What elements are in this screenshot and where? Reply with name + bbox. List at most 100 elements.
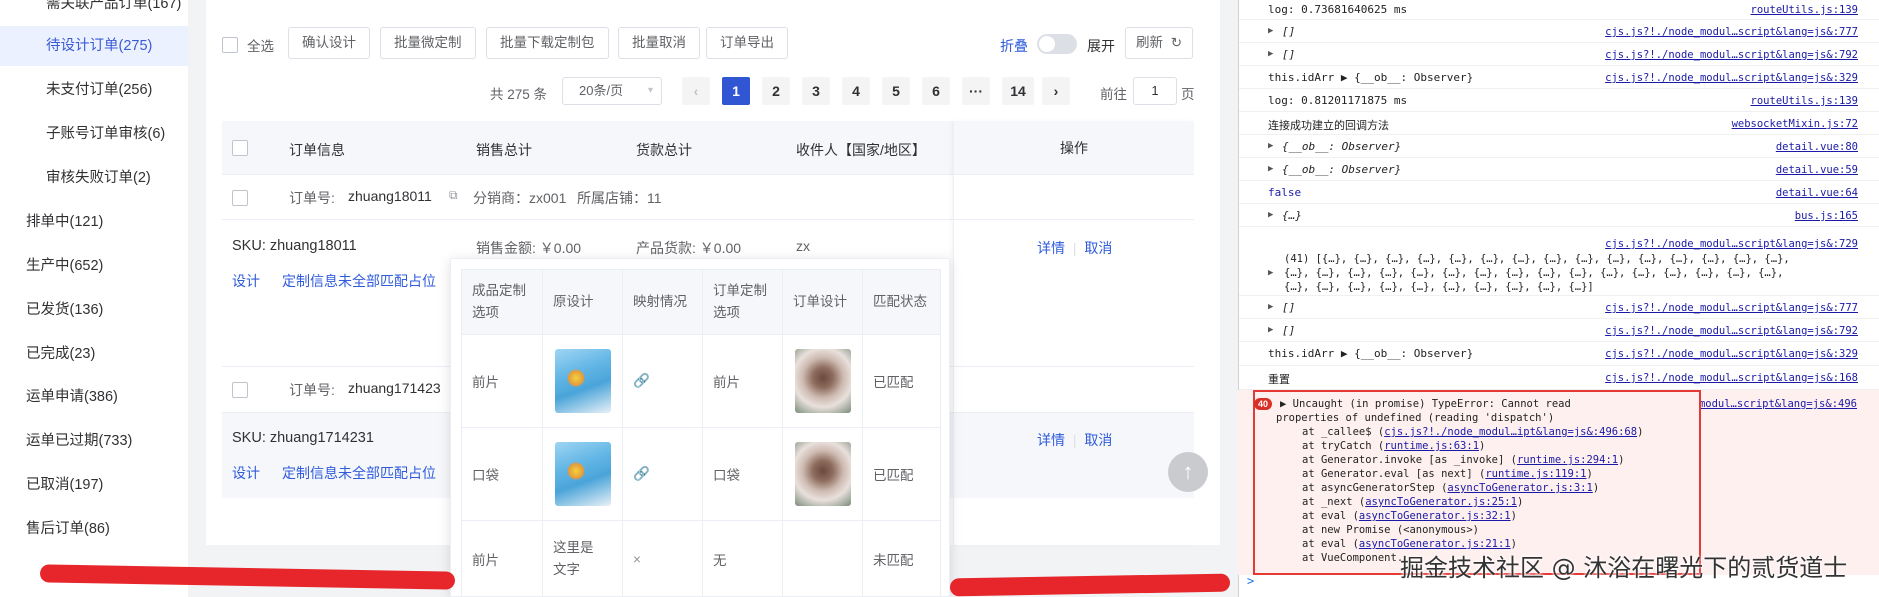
order-design-thumbnail[interactable] xyxy=(795,442,851,506)
sidebar-item-scheduling[interactable]: 排单中(121) xyxy=(0,202,188,242)
console-source-link[interactable]: websocketMixin.js:72 xyxy=(1732,118,1858,130)
sidebar-item-waybill-expired[interactable]: 运单已过期(733) xyxy=(0,421,188,461)
expand-triangle-icon[interactable]: ▶ xyxy=(1268,302,1273,312)
select-all-checkbox[interactable] xyxy=(222,37,238,53)
back-to-top-button[interactable]: ↑ xyxy=(1168,452,1208,492)
sidebar-item-waybill-request[interactable]: 运单申请(386) xyxy=(0,377,188,417)
frame-link[interactable]: cjs.js?!./node_modul…ipt&lang=js&:496:68 xyxy=(1384,426,1637,438)
frame-text: at _callee$ ( xyxy=(1302,426,1385,438)
expand-triangle-icon[interactable]: ▶ xyxy=(1268,164,1273,174)
col-order-info: 订单信息 xyxy=(289,142,345,158)
frame-link[interactable]: runtime.js:294:1 xyxy=(1517,454,1618,466)
console-text: [] xyxy=(1282,324,1296,337)
console-source-link[interactable]: detail.vue:80 xyxy=(1776,141,1858,153)
sidebar-item-cancelled[interactable]: 已取消(197) xyxy=(0,465,188,505)
console-source-link[interactable]: cjs.js?!./node_modul…script&lang=js&:777 xyxy=(1605,302,1858,314)
batch-cancel-button[interactable]: 批量取消 xyxy=(618,27,700,59)
batch-fine-custom-button[interactable]: 批量微定制 xyxy=(380,27,476,59)
fold-label[interactable]: 折叠 xyxy=(1000,36,1028,56)
error-title[interactable]: ▶ Uncaught (in promise) TypeError: Canno… xyxy=(1280,398,1571,410)
sidebar: 需关联产品订单(167) 待设计订单(275) 未支付订单(256) 子账号订单… xyxy=(0,0,188,597)
detail-link[interactable]: 详情 xyxy=(1037,240,1065,256)
cancel-link[interactable]: 取消 xyxy=(1084,240,1112,256)
prev-page-button[interactable]: ‹ xyxy=(682,77,710,105)
expand-triangle-icon[interactable]: ▶ xyxy=(1268,26,1273,36)
detail-link[interactable]: 详情 xyxy=(1037,432,1065,448)
console-source-link[interactable]: bus.js:165 xyxy=(1795,210,1858,222)
goto-page-input[interactable]: 1 xyxy=(1133,77,1177,105)
pop-cell-mapping: 🔗 xyxy=(623,428,703,521)
console-source-link[interactable]: cjs.js?!./node_modul…script&lang=js&:792 xyxy=(1605,325,1858,337)
page-5[interactable]: 5 xyxy=(882,77,910,105)
sidebar-item-link-product[interactable]: 需关联产品订单(167) xyxy=(0,0,188,24)
console-line: ▶ [] cjs.js?!./node_modul…script&lang=js&:… xyxy=(1239,43,1879,66)
goods-amount: 产品货款: ￥0.00 xyxy=(636,240,742,256)
sidebar-item-unpaid[interactable]: 未支付订单(256) xyxy=(0,70,188,110)
frame-link[interactable]: asyncToGenerator.js:25:1 xyxy=(1365,496,1517,508)
page-14[interactable]: 14 xyxy=(1002,77,1034,105)
frame-text: at VueComponent. xyxy=(1302,552,1404,564)
sidebar-item-producing[interactable]: 生产中(652) xyxy=(0,246,188,286)
expand-triangle-icon[interactable]: ▶ xyxy=(1268,141,1273,151)
page-ellipsis[interactable]: ··· xyxy=(962,77,990,105)
header-checkbox[interactable] xyxy=(232,140,248,156)
pop-cell-mapping: 🔗 xyxy=(623,335,703,428)
console-source-link[interactable]: detail.vue:64 xyxy=(1776,187,1858,199)
original-design-thumbnail[interactable] xyxy=(555,349,611,413)
page-2[interactable]: 2 xyxy=(762,77,790,105)
console-text: log: 0.81201171875 ms xyxy=(1268,94,1408,107)
console-source-link[interactable]: cjs.js?!./node_modul…script&lang=js&:168 xyxy=(1605,372,1858,384)
sidebar-item-shipped[interactable]: 已发货(136) xyxy=(0,290,188,330)
sidebar-item-pending-design[interactable]: 待设计订单(275) xyxy=(0,26,188,66)
refresh-button[interactable]: 刷新 ↻ xyxy=(1125,27,1194,59)
frame-text: at tryCatch ( xyxy=(1302,440,1385,452)
sidebar-item-completed[interactable]: 已完成(23) xyxy=(0,334,188,374)
copy-icon[interactable]: ⧉ xyxy=(449,188,458,203)
fold-toggle[interactable] xyxy=(1037,34,1077,54)
console-source-link[interactable]: cjs.js?!./node_modul…script&lang=js&:729 xyxy=(1605,238,1858,250)
frame-link[interactable]: asyncToGenerator.js:3:1 xyxy=(1447,482,1592,494)
unmatched-warning-link[interactable]: 定制信息未全部匹配占位 xyxy=(282,271,436,291)
sidebar-item-after-sales[interactable]: 售后订单(86) xyxy=(0,509,188,549)
console-source-link[interactable]: cjs.js?!./node_modul…script&lang=js&:329 xyxy=(1605,72,1858,84)
expand-triangle-icon[interactable]: ▶ xyxy=(1268,325,1273,335)
sidebar-item-review-failed[interactable]: 审核失败订单(2) xyxy=(0,158,188,198)
frame-link[interactable]: asyncToGenerator.js:32:1 xyxy=(1359,510,1511,522)
expand-triangle-icon[interactable]: ▶ xyxy=(1268,210,1273,220)
expand-label[interactable]: 展开 xyxy=(1087,36,1115,56)
confirm-design-button[interactable]: 确认设计 xyxy=(288,27,370,59)
order-checkbox[interactable] xyxy=(232,190,248,206)
order-design-thumbnail[interactable] xyxy=(795,349,851,413)
console-source-link[interactable]: cjs.js?!./node_modul…script&lang=js&:329 xyxy=(1605,348,1858,360)
page-1[interactable]: 1 xyxy=(722,77,750,105)
next-page-button[interactable]: › xyxy=(1042,77,1070,105)
console-source-link[interactable]: routeUtils.js:139 xyxy=(1751,4,1858,16)
console-source-link[interactable]: cjs.js?!./node_modul…script&lang=js&:777 xyxy=(1605,26,1858,38)
order-checkbox[interactable] xyxy=(232,382,248,398)
original-design-thumbnail[interactable] xyxy=(555,442,611,506)
cancel-link[interactable]: 取消 xyxy=(1084,432,1112,448)
expand-triangle-icon[interactable]: ▶ xyxy=(1268,268,1273,278)
expand-triangle-icon[interactable]: ▶ xyxy=(1268,49,1273,59)
export-button[interactable]: 订单导出 xyxy=(706,27,788,59)
sidebar-item-sub-account-review[interactable]: 子账号订单审核(6) xyxy=(0,114,188,154)
console-source-link[interactable]: routeUtils.js:139 xyxy=(1751,95,1858,107)
console-source-link[interactable]: detail.vue:59 xyxy=(1776,164,1858,176)
page-4[interactable]: 4 xyxy=(842,77,870,105)
console-prompt[interactable]: > xyxy=(1247,574,1254,588)
no-mapping-icon: × xyxy=(633,551,641,567)
design-link[interactable]: 设计 xyxy=(232,271,260,291)
design-link[interactable]: 设计 xyxy=(232,463,260,483)
page-6[interactable]: 6 xyxy=(922,77,950,105)
console-source-link[interactable]: cjs.js?!./node_modul…script&lang=js&:792 xyxy=(1605,49,1858,61)
page-size-select[interactable]: 20条/页 ▾ xyxy=(562,77,662,105)
console-text: [] xyxy=(1282,48,1296,61)
sku: SKU: zhuang18011 xyxy=(232,238,357,254)
stack-frame: at _next (asyncToGenerator.js:25:1) xyxy=(1302,496,1523,508)
batch-download-button[interactable]: 批量下载定制包 xyxy=(486,27,609,59)
frame-link[interactable]: runtime.js:119:1 xyxy=(1485,468,1586,480)
frame-link[interactable]: runtime.js:63:1 xyxy=(1384,440,1479,452)
unmatched-warning-link[interactable]: 定制信息未全部匹配占位 xyxy=(282,463,436,483)
page-3[interactable]: 3 xyxy=(802,77,830,105)
console-text: log: 0.73681640625 ms xyxy=(1268,3,1408,16)
